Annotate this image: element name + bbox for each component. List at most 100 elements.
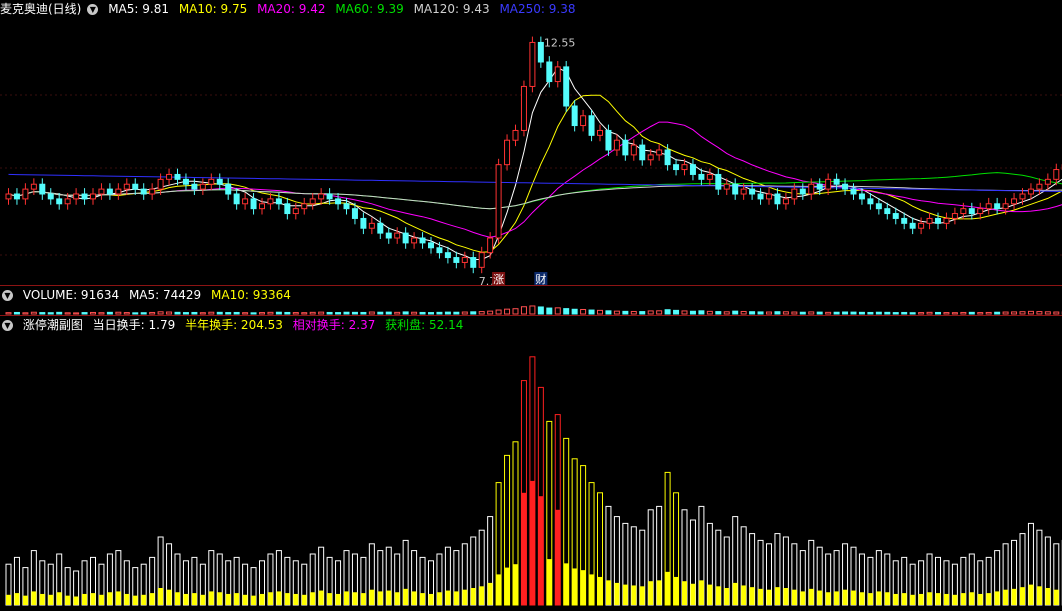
candle-body: [436, 247, 443, 254]
volume-bar: [504, 308, 511, 315]
candle-body: [647, 154, 654, 161]
candle-body: [233, 193, 240, 205]
volume-bar: [1019, 311, 1026, 315]
volume-bar: [791, 311, 798, 315]
turnover-bar-fill: [453, 591, 459, 605]
turnover-bar-fill: [267, 592, 273, 605]
turnover-bar-fill: [386, 590, 392, 605]
turnover-bars: [5, 356, 1062, 606]
candle-body: [1019, 193, 1026, 200]
turnover-bar-fill: [470, 588, 476, 605]
candle-body: [394, 232, 401, 239]
volume-bar: [951, 312, 958, 315]
turnover-bar-fill: [538, 496, 544, 605]
turnover-bar-fill: [698, 580, 704, 605]
candle-body: [5, 193, 12, 200]
volume-bar: [706, 310, 713, 315]
volume-bar: [943, 312, 950, 315]
turnover-bar-fill: [994, 591, 1000, 605]
volume-bar: [901, 311, 908, 315]
candle-body: [73, 193, 80, 200]
candle-body: [377, 222, 384, 234]
price-marks: 12.55 7.70 涨 财: [479, 37, 576, 289]
candle-body: [951, 213, 958, 219]
volume-bar: [689, 310, 696, 315]
turnover-bar-fill: [344, 591, 349, 605]
turnover-bar-fill: [631, 585, 637, 605]
candle-body: [605, 129, 612, 151]
turnover-bar-fill: [335, 593, 341, 605]
ma5-line: [8, 67, 1062, 260]
turnover-bar-fill: [377, 591, 383, 605]
candle-body: [13, 193, 20, 200]
candle-body: [715, 173, 722, 190]
candle-body: [858, 193, 865, 200]
candle-body: [242, 198, 249, 205]
volume-bar: [208, 311, 215, 315]
candle-body: [56, 198, 63, 205]
volume-bar: [402, 311, 409, 315]
candle-body: [588, 115, 595, 136]
candle-body: [622, 139, 629, 156]
candle-body: [267, 198, 274, 205]
turnover-bar-fill: [284, 593, 290, 605]
turnover-bar-fill: [910, 594, 916, 605]
turnover-bar-fill: [589, 574, 595, 605]
volume-bar: [106, 311, 113, 315]
candle-body: [656, 149, 663, 156]
turnover-bar-fill: [834, 591, 840, 605]
volume-bar: [132, 312, 139, 315]
turnover-bar-fill: [690, 583, 696, 605]
finance-label: 财: [535, 272, 546, 286]
candle-body: [22, 188, 29, 200]
volume-bar: [833, 311, 840, 315]
candle-body: [385, 232, 392, 239]
volume-bar: [233, 311, 240, 315]
volume-bar: [267, 311, 274, 315]
volume-bar: [875, 311, 882, 315]
volume-bar: [749, 311, 756, 315]
candle-body: [892, 213, 899, 219]
turnover-bar-fill: [774, 587, 780, 605]
volume-bar: [140, 312, 147, 315]
candle-body: [664, 149, 671, 166]
volume-bar: [605, 310, 612, 315]
turnover-bar-fill: [39, 593, 45, 605]
volume-bar: [994, 311, 1001, 315]
turnover-bar-fill: [183, 593, 189, 605]
candle-body: [174, 173, 181, 180]
candle-body: [478, 252, 485, 268]
volume-bar: [250, 312, 257, 315]
volume-bar: [715, 311, 722, 315]
candle-body: [149, 188, 156, 195]
candle-body: [875, 203, 882, 210]
candle-body: [571, 105, 578, 127]
candle-body: [749, 188, 756, 195]
turnover-bar-fill: [149, 593, 155, 605]
volume-bar: [199, 312, 206, 315]
turnover-bar-fill: [622, 584, 628, 605]
volume-bar: [157, 311, 164, 315]
candle-body: [343, 203, 350, 210]
volume-bar: [858, 311, 865, 315]
turnover-bar-fill: [166, 589, 172, 605]
candle-body: [30, 183, 37, 190]
volume-bar: [428, 312, 434, 315]
volume-bar: [1027, 310, 1034, 315]
candle-body: [1027, 188, 1034, 195]
volume-bar: [470, 311, 477, 315]
candle-body: [504, 139, 511, 166]
candle-body: [1053, 169, 1060, 180]
candle-body: [968, 208, 975, 215]
volume-bar: [81, 312, 88, 315]
turnover-bar-fill: [758, 588, 764, 605]
turnover-bar-fill: [893, 593, 899, 605]
turnover-bar-fill: [369, 589, 375, 605]
volume-bar: [419, 311, 426, 315]
turnover-bar-fill: [707, 584, 713, 605]
turnover-bar-fill: [969, 592, 975, 605]
stock-chart[interactable]: 12.55 7.70 涨 财: [0, 0, 1062, 611]
volume-bar: [444, 311, 451, 315]
turnover-bar-fill: [563, 563, 569, 605]
volume-bar: [191, 311, 198, 315]
